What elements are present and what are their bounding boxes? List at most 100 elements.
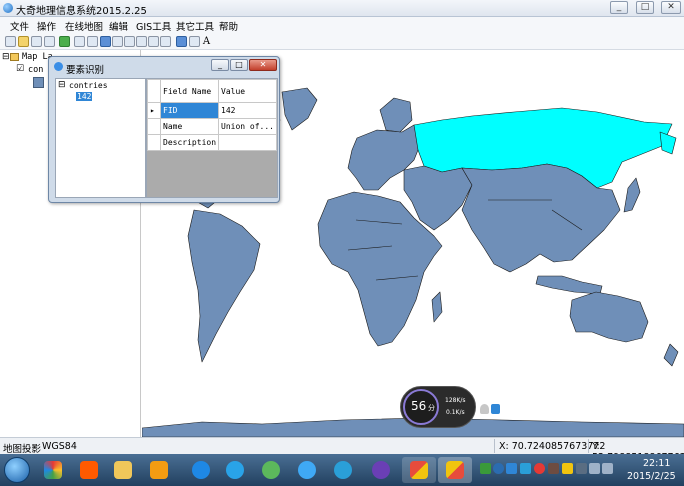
- taskbar: 22:11 2015/2/25: [0, 454, 684, 486]
- tray-brown-icon[interactable]: [548, 463, 559, 474]
- clock-time[interactable]: 22:11: [643, 458, 670, 469]
- identify-dialog[interactable]: 要素识别 _ □ ✕ ⊟ contries 142 Field Name Val…: [48, 56, 280, 203]
- header-field-name[interactable]: Field Name: [160, 79, 220, 103]
- ie-icon: [334, 461, 352, 479]
- taskbar-app-window2[interactable]: [438, 457, 472, 483]
- upload-speed: 128K/s: [445, 397, 466, 404]
- layer-checkbox[interactable]: ☑: [16, 64, 24, 74]
- dialog-close-button[interactable]: ✕: [249, 59, 277, 71]
- dialog-icon: [54, 62, 63, 71]
- identify-icon[interactable]: [100, 36, 111, 47]
- new-zealand: [663, 343, 679, 367]
- speed-widget[interactable]: 56 分 128K/s 0.1K/s: [400, 386, 476, 428]
- menu-bar: 文件 操作 在线地图 编辑 GIS工具 其它工具 帮助: [0, 17, 684, 33]
- taskbar-app-window1[interactable]: [402, 457, 436, 483]
- menu-other-tools[interactable]: 其它工具: [176, 19, 214, 33]
- full-extent-icon[interactable]: [136, 36, 147, 47]
- user-icon[interactable]: [480, 404, 489, 414]
- layer-root-expander[interactable]: ⊟: [2, 52, 10, 62]
- speed-score: 56: [411, 399, 427, 413]
- taskbar-app-kugou[interactable]: [184, 457, 218, 483]
- print-icon[interactable]: [31, 36, 42, 47]
- speed-unit: 分: [428, 404, 435, 412]
- tray-red-icon[interactable]: [534, 463, 545, 474]
- table-row[interactable]: ▸ FID 142: [146, 102, 277, 119]
- cloud-icon: [298, 461, 316, 479]
- dialog-maximize-button[interactable]: □: [230, 59, 248, 71]
- taskbar-app-cloud[interactable]: [290, 457, 324, 483]
- layer-label[interactable]: con: [28, 65, 43, 75]
- taskbar-app-taobao[interactable]: [72, 457, 106, 483]
- cell-field[interactable]: FID: [160, 102, 220, 119]
- tray-volume-icon[interactable]: [589, 463, 600, 474]
- feature-tree[interactable]: ⊟ contries 142: [55, 78, 146, 198]
- pan-icon[interactable]: [74, 36, 85, 47]
- cell-field[interactable]: Description: [160, 134, 220, 151]
- tree-feature-node[interactable]: 142: [76, 92, 93, 101]
- menu-help[interactable]: 帮助: [219, 19, 238, 33]
- app-icon: [3, 3, 13, 13]
- tray-flag-icon[interactable]: [576, 463, 587, 474]
- locate-icon[interactable]: [176, 36, 187, 47]
- add-layer-icon[interactable]: [59, 36, 70, 47]
- russia-east-tip: [659, 131, 677, 155]
- tree-expander[interactable]: ⊟: [58, 80, 66, 90]
- video-player-icon: [150, 461, 168, 479]
- menu-edit[interactable]: 编辑: [109, 19, 128, 33]
- attribute-grid[interactable]: Field Name Value ▸ FID 142 Name Union of…: [146, 78, 278, 198]
- dialog-minimize-button[interactable]: _: [211, 59, 229, 71]
- taskbar-app-pinwheel[interactable]: [36, 457, 70, 483]
- dialog-title: 要素识别: [66, 65, 105, 76]
- tray-yellow-icon[interactable]: [562, 463, 573, 474]
- header-value[interactable]: Value: [218, 79, 277, 103]
- cell-value[interactable]: 142: [218, 102, 277, 119]
- refresh-icon[interactable]: [160, 36, 171, 47]
- menu-file[interactable]: 文件: [10, 19, 29, 33]
- new-icon[interactable]: [5, 36, 16, 47]
- gis-app-icon: [446, 461, 464, 479]
- taskbar-app-bird[interactable]: [218, 457, 252, 483]
- tray-battery-icon[interactable]: [602, 463, 613, 474]
- clock-date[interactable]: 2015/2/25: [627, 471, 676, 482]
- tray-network-icon[interactable]: [506, 463, 517, 474]
- x-coordinate: X: 70.7240857673772: [499, 441, 606, 452]
- wrench-icon[interactable]: [491, 404, 500, 414]
- close-button[interactable]: ✕: [661, 1, 681, 14]
- menu-operate[interactable]: 操作: [37, 19, 56, 33]
- taskbar-app-green[interactable]: [254, 457, 288, 483]
- cell-value[interactable]: Union of...: [218, 118, 277, 135]
- table-row[interactable]: Description: [146, 134, 277, 151]
- cell-field[interactable]: Name: [160, 118, 220, 135]
- measure-icon[interactable]: [148, 36, 159, 47]
- tray-s-icon[interactable]: [480, 463, 491, 474]
- open-icon[interactable]: [18, 36, 29, 47]
- maximize-button[interactable]: □: [636, 1, 654, 14]
- menu-online-map[interactable]: 在线地图: [65, 19, 103, 33]
- tray-help-icon[interactable]: [493, 463, 504, 474]
- taskbar-app-ie[interactable]: [326, 457, 360, 483]
- save-icon[interactable]: [44, 36, 55, 47]
- cell-value[interactable]: [218, 134, 277, 151]
- minimize-button[interactable]: _: [610, 1, 628, 14]
- scandinavia: [379, 97, 413, 133]
- bird-icon: [226, 461, 244, 479]
- toolbar: A: [0, 33, 684, 50]
- taskbar-app-video[interactable]: [142, 457, 176, 483]
- text-tool-icon[interactable]: A: [201, 36, 212, 47]
- table-icon[interactable]: [189, 36, 200, 47]
- tree-root-label[interactable]: contries: [69, 81, 108, 90]
- table-row[interactable]: Name Union of...: [146, 118, 277, 135]
- zoom-in-icon[interactable]: [112, 36, 123, 47]
- grid-corner: [146, 79, 162, 103]
- attribute-table: Field Name Value ▸ FID 142 Name Union of…: [146, 79, 277, 151]
- madagascar: [431, 291, 443, 323]
- menu-gis-tools[interactable]: GIS工具: [136, 19, 171, 33]
- taskbar-app-purple[interactable]: [364, 457, 398, 483]
- tray-chat-icon[interactable]: [520, 463, 531, 474]
- japan: [623, 177, 641, 213]
- start-button[interactable]: [4, 457, 30, 483]
- south-america: [187, 209, 261, 363]
- taskbar-app-explorer[interactable]: [106, 457, 140, 483]
- select-icon[interactable]: [87, 36, 98, 47]
- zoom-out-icon[interactable]: [124, 36, 135, 47]
